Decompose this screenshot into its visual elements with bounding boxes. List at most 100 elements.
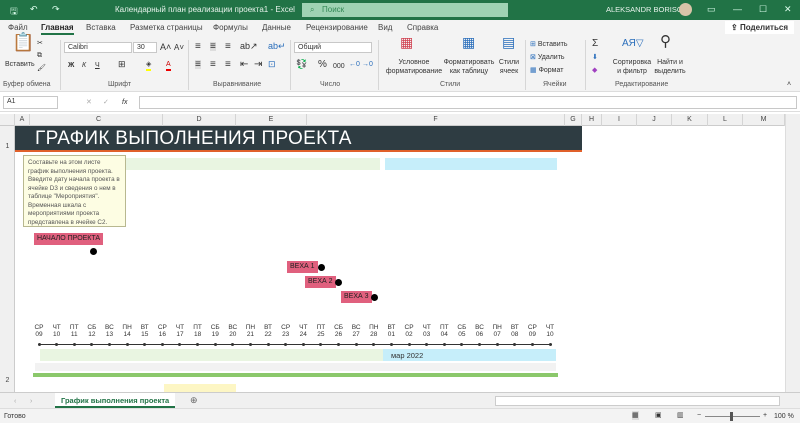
align-top-icon[interactable]: ≡	[195, 42, 201, 51]
autosum-icon[interactable]: Σ	[592, 39, 598, 48]
tab-data[interactable]: Данные	[262, 23, 291, 32]
column-header-h[interactable]: H	[582, 114, 602, 126]
tab-formulas[interactable]: Формулы	[213, 23, 248, 32]
timeline-scrollbar[interactable]	[35, 363, 556, 371]
percent-icon[interactable]: %	[318, 60, 327, 69]
tab-file[interactable]: Файл	[8, 23, 28, 32]
milestone-project-start[interactable]: НАЧАЛО ПРОЕКТА	[34, 233, 103, 245]
vertical-scrollbar[interactable]	[785, 114, 800, 392]
next-sheet-icon[interactable]: ›	[30, 397, 32, 406]
increase-font-icon[interactable]: A˄	[160, 43, 171, 52]
close-button[interactable]: ✕	[784, 4, 792, 15]
align-right-icon[interactable]: ≡	[225, 60, 231, 69]
tab-view[interactable]: Вид	[378, 23, 392, 32]
align-left-icon[interactable]: ≡	[195, 60, 201, 69]
fill-color-icon[interactable]: ◈	[146, 60, 151, 71]
clear-icon[interactable]: ◆	[592, 66, 597, 75]
paste-button[interactable]: Вставить	[5, 60, 35, 69]
minimize-button[interactable]: —	[733, 4, 742, 14]
orientation-icon[interactable]: ab↗	[240, 42, 258, 51]
decrease-decimal-icon[interactable]: →0	[362, 60, 373, 69]
search-input[interactable]: ⌕Поиск	[302, 3, 508, 17]
wrap-text-icon[interactable]: ab↵	[268, 42, 286, 51]
format-as-table-button[interactable]: Форматировать как таблицу	[442, 58, 496, 76]
borders-icon[interactable]: ⊞	[118, 60, 126, 69]
font-color-icon[interactable]: A	[166, 60, 171, 71]
zoom-slider-thumb[interactable]	[730, 412, 733, 421]
collapse-ribbon-icon[interactable]: ˄	[787, 80, 791, 89]
number-format-select[interactable]: Общий	[294, 42, 372, 53]
column-header-k[interactable]: K	[672, 114, 708, 126]
format-painter-icon[interactable]: 🖌	[37, 64, 46, 73]
tab-page-layout[interactable]: Разметка страницы	[130, 23, 203, 32]
share-button[interactable]: ⇪ Поделиться	[725, 21, 794, 34]
ribbon-display-icon[interactable]: ▭	[707, 4, 716, 15]
delete-cells-button[interactable]: ⊠ Удалить	[530, 53, 565, 62]
avatar[interactable]	[679, 3, 692, 16]
user-name[interactable]: ALEKSANDR BORISOV	[606, 5, 688, 14]
column-header-c[interactable]: C	[35, 114, 163, 126]
zoom-out-button[interactable]: −	[697, 411, 701, 420]
tab-insert[interactable]: Вставка	[86, 23, 116, 32]
page-break-view-icon[interactable]: ▥	[677, 411, 684, 420]
sort-filter-button[interactable]: Сортировка и фильтр	[610, 58, 654, 76]
enter-icon[interactable]: ✓	[103, 98, 109, 107]
zoom-in-button[interactable]: +	[763, 411, 767, 420]
milestone-1[interactable]: ВЕХА 1	[287, 261, 318, 273]
cancel-icon[interactable]: ✕	[86, 98, 92, 107]
cut-icon[interactable]: ✂	[37, 39, 43, 48]
align-bottom-icon[interactable]: ≡	[225, 42, 231, 51]
milestone-3[interactable]: ВЕХА 3	[341, 291, 372, 303]
column-header-j[interactable]: J	[637, 114, 672, 126]
format-cells-button[interactable]: ▦ Формат	[530, 66, 563, 75]
prev-sheet-icon[interactable]: ‹	[14, 397, 16, 406]
tab-home[interactable]: Главная	[41, 23, 74, 35]
row-header-2[interactable]: 2	[0, 377, 15, 384]
underline-button[interactable]: Ч	[95, 61, 100, 70]
maximize-button[interactable]: ☐	[759, 4, 767, 15]
add-sheet-icon[interactable]: ⊕	[190, 396, 198, 405]
function-icon[interactable]: fx	[122, 98, 127, 107]
insert-cells-button[interactable]: ⊞ Вставить	[530, 40, 568, 49]
bold-button[interactable]: Ж	[68, 61, 74, 70]
indent-increase-icon[interactable]: ⇥	[254, 60, 262, 69]
column-header-e[interactable]: E	[236, 114, 307, 126]
row-header-1[interactable]: 1	[0, 143, 15, 150]
cell-styles-button[interactable]: Стили ячеек	[496, 58, 522, 76]
page-layout-view-icon[interactable]: ▣	[655, 411, 662, 420]
horizontal-scrollbar[interactable]	[495, 396, 780, 406]
thousands-icon[interactable]: 000	[333, 62, 345, 71]
sheet-tab-active[interactable]: График выполнения проекта	[55, 393, 175, 408]
italic-button[interactable]: К	[82, 61, 86, 70]
normal-view-icon[interactable]: ▦	[632, 411, 639, 420]
column-header-f[interactable]: F	[307, 114, 565, 126]
column-header-a[interactable]: A	[15, 114, 30, 126]
column-header-g[interactable]: G	[565, 114, 582, 126]
tab-help[interactable]: Справка	[407, 23, 438, 32]
conditional-format-button[interactable]: Условное форматирование	[384, 58, 444, 76]
tab-review[interactable]: Рецензирование	[306, 23, 368, 32]
milestone-2[interactable]: ВЕХА 2	[305, 276, 336, 288]
zoom-level[interactable]: 100 %	[774, 412, 794, 421]
select-all-button[interactable]	[0, 114, 15, 126]
align-center-icon[interactable]: ≡	[210, 60, 216, 69]
formula-input[interactable]	[139, 96, 797, 109]
copy-icon[interactable]: ⧉	[37, 51, 42, 60]
save-icon[interactable]: 🖫	[10, 4, 18, 20]
undo-icon[interactable]: ↶	[30, 4, 38, 15]
increase-decimal-icon[interactable]: ←0	[349, 60, 360, 69]
align-middle-icon[interactable]: ≡	[210, 42, 216, 51]
redo-icon[interactable]: ↷	[52, 4, 60, 15]
fill-icon[interactable]: ⬇	[592, 53, 598, 62]
font-name-select[interactable]: Calibri	[64, 42, 132, 53]
column-header-m[interactable]: M	[743, 114, 785, 126]
decrease-font-icon[interactable]: A˅	[174, 43, 184, 52]
find-select-button[interactable]: Найти и выделить	[650, 58, 690, 76]
name-box[interactable]: A1	[3, 96, 58, 109]
merge-icon[interactable]: ⊡	[268, 60, 276, 69]
column-header-i[interactable]: I	[602, 114, 637, 126]
column-header-l[interactable]: L	[708, 114, 743, 126]
font-size-select[interactable]: 30	[133, 42, 157, 53]
indent-decrease-icon[interactable]: ⇤	[240, 60, 248, 69]
column-header-d[interactable]: D	[163, 114, 236, 126]
